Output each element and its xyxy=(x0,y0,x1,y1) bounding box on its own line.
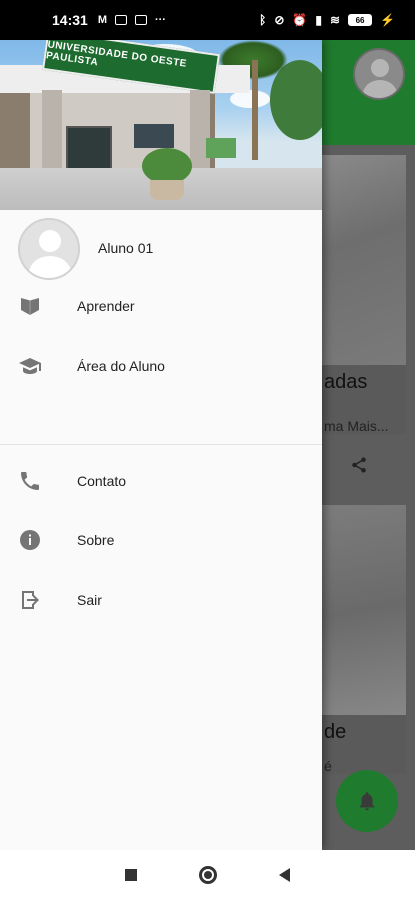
more-dots-icon: ··· xyxy=(154,14,166,26)
book-icon xyxy=(17,293,43,319)
dnd-icon: ⊘ xyxy=(274,13,285,27)
gmail-icon: M xyxy=(97,14,107,26)
card-subtitle: ma Mais... xyxy=(324,418,389,434)
drawer-header-image: UNIVERSIDADE DO OESTE PAULISTA xyxy=(0,40,322,210)
graduation-cap-icon xyxy=(17,353,43,379)
menu-item-sobre[interactable]: Sobre xyxy=(0,512,322,568)
menu-item-label: Sobre xyxy=(77,532,115,548)
bell-icon xyxy=(359,792,375,811)
info-icon xyxy=(17,527,43,553)
back-button[interactable] xyxy=(279,868,290,882)
status-time: 14:31 xyxy=(52,12,88,28)
navigation-drawer: UNIVERSIDADE DO OESTE PAULISTA Aluno 01 … xyxy=(0,40,322,850)
menu-item-contato[interactable]: Contato xyxy=(0,453,322,509)
status-left-icons: M ··· xyxy=(98,14,166,26)
notification-icon xyxy=(134,15,147,25)
signal-icon: ▮ xyxy=(315,13,322,27)
system-nav-bar xyxy=(0,850,415,900)
menu-item-area-do-aluno[interactable]: Área do Aluno xyxy=(0,338,322,394)
menu-item-label: Aprender xyxy=(77,298,135,314)
notification-fab[interactable] xyxy=(336,770,398,832)
battery-icon: 66 xyxy=(348,14,373,26)
background-card-2: de é xyxy=(322,505,406,774)
charging-icon: ⚡ xyxy=(380,13,395,27)
menu-item-sair[interactable]: Sair xyxy=(0,572,322,628)
recents-button[interactable] xyxy=(125,869,137,881)
card-image xyxy=(322,155,406,365)
background-card-1: adas ma Mais... xyxy=(322,155,406,434)
bluetooth-icon: ᛒ xyxy=(259,13,267,27)
user-avatar xyxy=(18,218,80,280)
wifi-icon: ≋ xyxy=(329,13,341,27)
menu-item-label: Sair xyxy=(77,592,102,608)
home-button[interactable] xyxy=(199,866,217,884)
profile-avatar-icon xyxy=(353,48,405,100)
card-title: de xyxy=(324,721,347,743)
menu-item-label: Área do Aluno xyxy=(77,358,165,374)
message-icon xyxy=(114,15,127,25)
status-right-icons: ᛒ ⊘ ⏰ ▮ ≋ 66 ⚡ xyxy=(259,13,395,27)
menu-item-aprender[interactable]: Aprender xyxy=(0,278,322,334)
status-bar: 14:31 M ··· ᛒ ⊘ ⏰ ▮ ≋ 66 ⚡ xyxy=(0,0,415,40)
drawer-user-row: Aluno 01 xyxy=(0,218,322,280)
menu-item-label: Contato xyxy=(77,473,127,489)
logout-icon xyxy=(17,587,43,613)
phone-icon xyxy=(17,468,43,494)
user-name: Aluno 01 xyxy=(98,240,154,256)
card-image xyxy=(322,505,406,715)
card-title: adas xyxy=(324,371,368,393)
alarm-icon: ⏰ xyxy=(292,13,308,27)
share-icon xyxy=(350,456,368,479)
drawer-divider xyxy=(0,444,322,445)
